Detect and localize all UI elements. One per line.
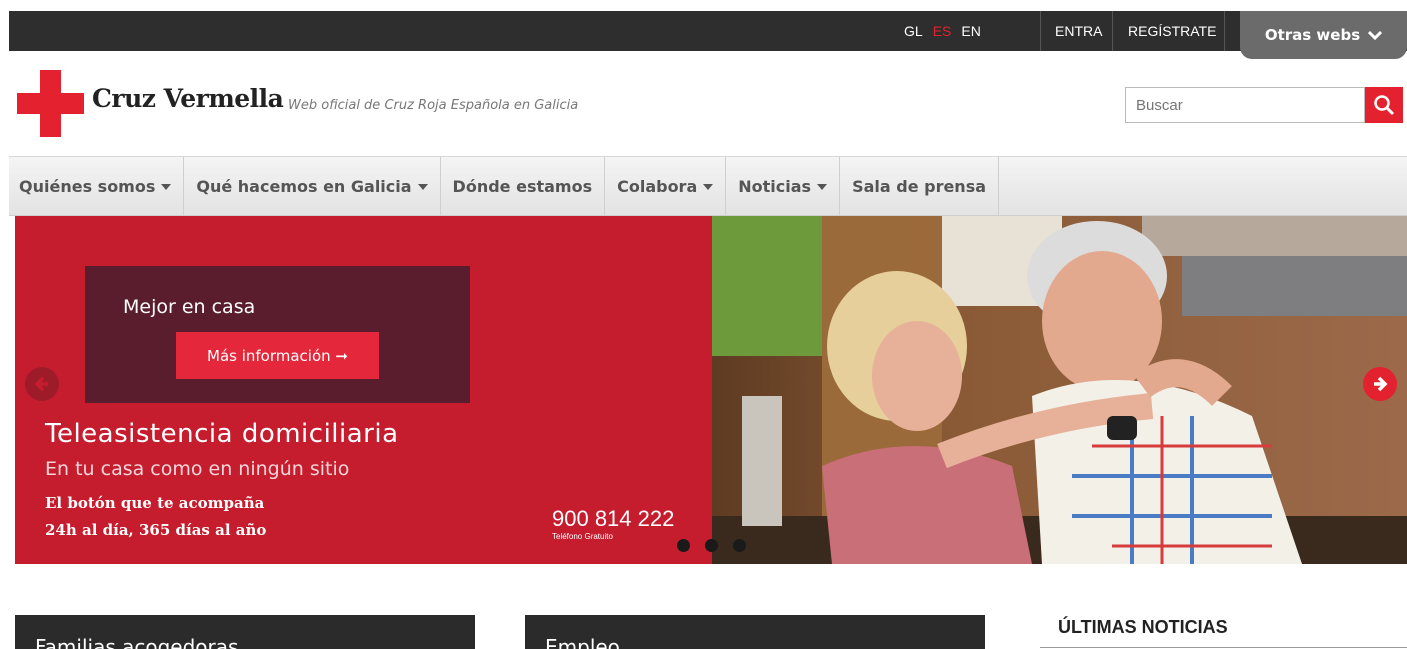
nav-item-label: Colabora [617, 177, 698, 196]
card-title: Familias acogedoras [35, 635, 239, 649]
hero-subtitle: En tu casa como en ningún sitio [45, 458, 350, 480]
slide-dot-1[interactable] [677, 539, 690, 552]
register-link[interactable]: REGÍSTRATE [1128, 11, 1216, 51]
other-webs-button[interactable]: Otras webs [1240, 11, 1407, 59]
slide-dot-2[interactable] [705, 539, 718, 552]
divider [1040, 647, 1407, 648]
lang-en-link[interactable]: EN [961, 23, 980, 39]
main-nav: Quiénes somos Qué hacemos en Galicia Dón… [9, 156, 1407, 216]
hero-photo [712, 216, 1407, 564]
brand-name[interactable]: Cruz Vermella [92, 84, 284, 113]
search-button[interactable] [1365, 87, 1403, 123]
nav-item-label: Dónde estamos [452, 177, 593, 196]
caret-down-icon [417, 183, 428, 190]
search-icon [1374, 95, 1395, 116]
top-bar: GL ES EN ENTRA REGÍSTRATE Otras webs [9, 11, 1407, 59]
caret-down-icon [703, 183, 714, 190]
arrow-right-icon [1374, 376, 1388, 392]
slide-dot-3[interactable] [733, 539, 746, 552]
other-webs-label: Otras webs [1264, 26, 1361, 44]
caret-down-icon [817, 183, 828, 190]
latest-news-heading: ÚLTIMAS NOTICIAS [1058, 617, 1228, 637]
card-familias-acogedoras[interactable]: Familias acogedoras [15, 615, 475, 649]
site-tagline: Web oficial de Cruz Roja Española en Gal… [288, 98, 579, 113]
login-link[interactable]: ENTRA [1055, 11, 1102, 51]
caret-down-icon [161, 183, 172, 190]
promo-box: Mejor en casa Más información ➞ [85, 266, 470, 403]
next-slide-button[interactable] [1363, 367, 1397, 401]
hero-line-2: 24h al día, 365 días al año [45, 521, 267, 539]
prev-slide-button[interactable] [25, 367, 59, 401]
nav-item-que-hacemos[interactable]: Qué hacemos en Galicia [184, 157, 441, 216]
divider [1040, 11, 1041, 51]
card-title: Empleo [545, 635, 620, 649]
nav-item-donde-estamos[interactable]: Dónde estamos [441, 157, 606, 216]
nav-item-noticias[interactable]: Noticias [726, 157, 841, 216]
red-cross-logo[interactable] [17, 70, 84, 137]
nav-item-label: Quiénes somos [19, 177, 156, 196]
divider [1112, 11, 1113, 51]
divider [1224, 11, 1225, 51]
hero-title: Teleasistencia domiciliaria [45, 419, 399, 449]
card-empleo[interactable]: Empleo [525, 615, 985, 649]
search-input[interactable] [1125, 87, 1365, 123]
nav-item-sala-de-prensa[interactable]: Sala de prensa [840, 157, 1000, 216]
nav-item-label: Sala de prensa [852, 177, 987, 196]
nav-item-label: Qué hacemos en Galicia [196, 177, 412, 196]
more-info-button[interactable]: Más información ➞ [176, 332, 379, 379]
phone-label: Teléfono Gratuito [552, 532, 613, 541]
nav-item-label: Noticias [738, 177, 812, 196]
lang-gl-link[interactable]: GL [904, 23, 923, 39]
nav-item-colabora[interactable]: Colabora [605, 157, 727, 216]
promo-title: Mejor en casa [123, 296, 256, 318]
hero-slider: Mejor en casa Más información ➞ Teleasis… [15, 216, 1407, 564]
lang-es-link[interactable]: ES [933, 23, 952, 39]
hero-line-1: El botón que te acompaña [45, 494, 265, 512]
chevron-down-icon [1368, 30, 1383, 40]
phone-number: 900 814 222 [552, 506, 675, 531]
arrow-left-icon [34, 376, 48, 392]
language-switcher: GL ES EN [904, 11, 981, 51]
nav-item-quienes-somos[interactable]: Quiénes somos [9, 157, 185, 216]
